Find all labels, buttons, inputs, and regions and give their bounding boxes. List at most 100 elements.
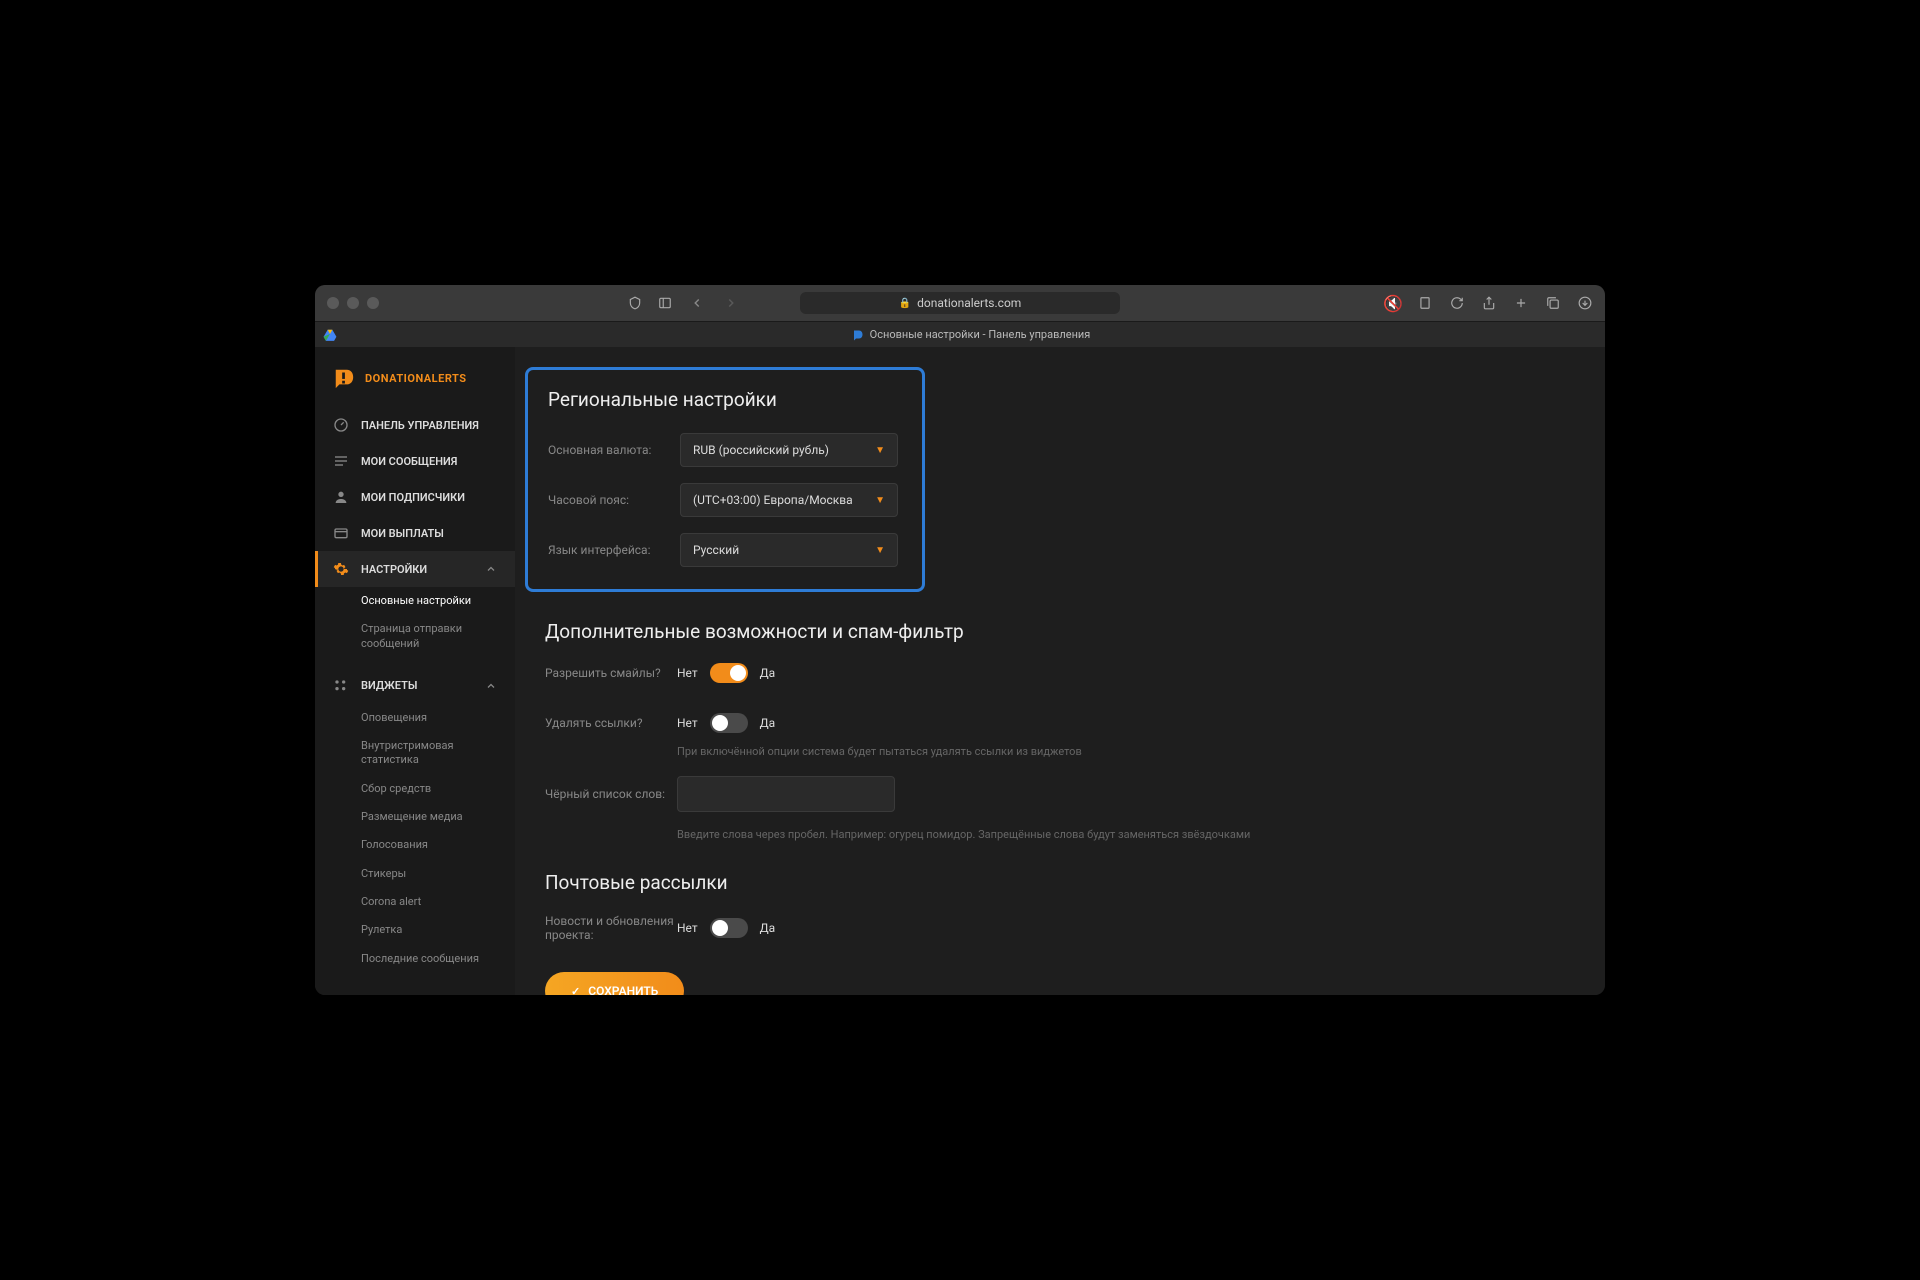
grid-icon xyxy=(333,678,349,694)
sidebar-sub-media[interactable]: Размещение медиа xyxy=(315,803,515,831)
sidebar-item-chatbot[interactable]: ЧАТБОТ xyxy=(315,983,515,995)
back-button[interactable] xyxy=(687,293,707,313)
url-text: donationalerts.com xyxy=(917,296,1021,310)
downloads-icon[interactable] xyxy=(1577,295,1593,311)
card-icon xyxy=(333,525,349,541)
sidebar-item-label: МОИ ПОДПИСЧИКИ xyxy=(361,491,465,504)
traffic-lights xyxy=(327,297,379,309)
sidebar-item-subscribers[interactable]: МОИ ПОДПИСЧИКИ xyxy=(315,479,515,515)
main-content: Региональные настройки Основная валюта: … xyxy=(515,347,1605,995)
timezone-select[interactable]: (UTC+03:00) Европа/Москва ▼ xyxy=(680,483,898,517)
sidebar-item-label: НАСТРОЙКИ xyxy=(361,563,427,576)
section-title-regional: Региональные настройки xyxy=(548,388,902,411)
blacklist-label: Чёрный список слов: xyxy=(545,787,677,801)
sidebar-sub-roulette[interactable]: Рулетка xyxy=(315,916,515,944)
user-icon xyxy=(333,489,349,505)
sidebar-sub-main-settings[interactable]: Основные настройки xyxy=(315,587,515,615)
save-button[interactable]: ✓ СОХРАНИТЬ xyxy=(545,972,684,995)
sidebar-sub-recent[interactable]: Последние сообщения xyxy=(315,945,515,973)
mail-section: Почтовые рассылки Новости и обновления п… xyxy=(545,871,1575,942)
lock-icon: 🔒 xyxy=(899,298,911,309)
site-favicon xyxy=(852,329,864,341)
toggle-no: Нет xyxy=(677,921,698,935)
blacklist-hint: Введите слова через пробел. Например: ог… xyxy=(677,828,1277,841)
toggle-yes: Да xyxy=(760,921,776,935)
select-value: Русский xyxy=(693,543,739,557)
sidebar-item-label: МОИ ВЫПЛАТЫ xyxy=(361,527,444,540)
news-label: Новости и обновления проекта: xyxy=(545,914,677,942)
sidebar-sub-polls[interactable]: Голосования xyxy=(315,831,515,859)
news-toggle[interactable] xyxy=(710,918,748,938)
chevron-up-icon xyxy=(485,563,497,575)
toggle-yes: Да xyxy=(760,666,776,680)
sidebar-sub-donation-page[interactable]: Страница отправки сообщений xyxy=(315,615,515,658)
browser-window: 🔒 donationalerts.com 🔇 Основные настройк… xyxy=(315,285,1605,995)
maximize-dot[interactable] xyxy=(367,297,379,309)
gear-icon xyxy=(333,561,349,577)
sidebar-item-settings[interactable]: НАСТРОЙКИ xyxy=(315,551,515,587)
sidebar-sub-alerts[interactable]: Оповещения xyxy=(315,704,515,732)
sidebar-sub-corona[interactable]: Corona alert xyxy=(315,888,515,916)
regional-section: Региональные настройки Основная валюта: … xyxy=(525,367,925,592)
smileys-label: Разрешить смайлы? xyxy=(545,666,677,680)
sidebar-item-label: ЧАТБОТ xyxy=(361,994,403,995)
toggle-yes: Да xyxy=(760,716,776,730)
messages-icon xyxy=(333,453,349,469)
close-dot[interactable] xyxy=(327,297,339,309)
spam-section: Дополнительные возможности и спам-фильтр… xyxy=(545,620,1575,841)
dashboard-icon xyxy=(333,417,349,433)
check-icon: ✓ xyxy=(571,985,580,996)
sidebar-item-dashboard[interactable]: ПАНЕЛЬ УПРАВЛЕНИЯ xyxy=(315,407,515,443)
minimize-dot[interactable] xyxy=(347,297,359,309)
sidebar: DONATIONALERTS ПАНЕЛЬ УПРАВЛЕНИЯ МОИ СОО… xyxy=(315,347,515,995)
currency-select[interactable]: RUB (российский рубль) ▼ xyxy=(680,433,898,467)
share-icon[interactable] xyxy=(1481,295,1497,311)
tab-title[interactable]: Основные настройки - Панель управления xyxy=(852,328,1091,341)
sidebar-item-label: ПАНЕЛЬ УПРАВЛЕНИЯ xyxy=(361,419,479,432)
language-label: Язык интерфейса: xyxy=(548,543,680,557)
new-tab-icon[interactable] xyxy=(1513,295,1529,311)
sidebar-item-messages[interactable]: МОИ СООБЩЕНИЯ xyxy=(315,443,515,479)
tab-bar: Основные настройки - Панель управления xyxy=(315,321,1605,347)
language-select[interactable]: Русский ▼ xyxy=(680,533,898,567)
save-button-label: СОХРАНИТЬ xyxy=(588,984,658,995)
chat-icon xyxy=(333,993,349,995)
toggle-no: Нет xyxy=(677,716,698,730)
audio-icon[interactable]: 🔇 xyxy=(1385,295,1401,311)
section-title-mail: Почтовые рассылки xyxy=(545,871,1575,894)
caret-down-icon: ▼ xyxy=(875,545,885,556)
sidebar-item-widgets[interactable]: ВИДЖЕТЫ xyxy=(315,668,515,704)
links-hint: При включённой опции система будет пытат… xyxy=(677,745,1277,758)
brand-logo-icon xyxy=(333,367,355,389)
chevron-up-icon xyxy=(485,680,497,692)
sidebar-sub-fundraising[interactable]: Сбор средств xyxy=(315,775,515,803)
sidebar-item-label: МОИ СООБЩЕНИЯ xyxy=(361,455,457,468)
sidebar-item-payouts[interactable]: МОИ ВЫПЛАТЫ xyxy=(315,515,515,551)
currency-label: Основная валюта: xyxy=(548,443,680,457)
smileys-toggle[interactable] xyxy=(710,663,748,683)
shield-icon[interactable] xyxy=(627,295,643,311)
url-bar[interactable]: 🔒 donationalerts.com xyxy=(800,292,1120,314)
blacklist-input[interactable] xyxy=(677,776,895,812)
caret-down-icon: ▼ xyxy=(875,495,885,506)
reader-icon[interactable] xyxy=(1417,295,1433,311)
timezone-label: Часовой пояс: xyxy=(548,493,680,507)
sidebar-sub-stats[interactable]: Внутристримовая статистика xyxy=(315,732,515,775)
links-toggle[interactable] xyxy=(710,713,748,733)
brand-text: DONATIONALERTS xyxy=(365,372,467,385)
brand[interactable]: DONATIONALERTS xyxy=(315,359,515,407)
select-value: (UTC+03:00) Европа/Москва xyxy=(693,493,853,507)
caret-down-icon: ▼ xyxy=(875,445,885,456)
sidebar-toggle-icon[interactable] xyxy=(657,295,673,311)
drive-icon xyxy=(323,328,337,342)
links-label: Удалять ссылки? xyxy=(545,716,677,730)
sidebar-sub-stickers[interactable]: Стикеры xyxy=(315,860,515,888)
tabs-icon[interactable] xyxy=(1545,295,1561,311)
titlebar: 🔒 donationalerts.com 🔇 xyxy=(315,285,1605,321)
reload-icon[interactable] xyxy=(1449,295,1465,311)
toggle-no: Нет xyxy=(677,666,698,680)
select-value: RUB (российский рубль) xyxy=(693,443,829,457)
forward-button[interactable] xyxy=(721,293,741,313)
section-title-spam: Дополнительные возможности и спам-фильтр xyxy=(545,620,1575,643)
sidebar-item-label: ВИДЖЕТЫ xyxy=(361,679,417,692)
